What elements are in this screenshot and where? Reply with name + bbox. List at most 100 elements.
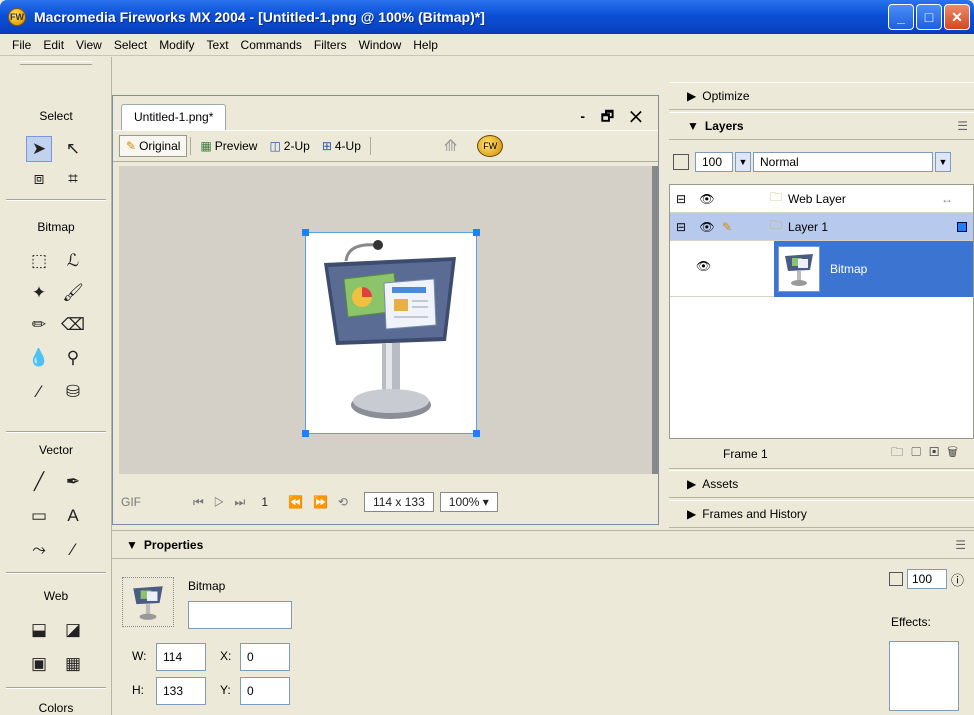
selection-handle[interactable] (473, 430, 480, 437)
close-button[interactable]: ✕ (944, 4, 970, 30)
menu-select[interactable]: Select (108, 34, 153, 56)
minimize-button[interactable]: _ (888, 4, 914, 30)
marquee-tool-icon[interactable]: ⬚ (26, 248, 52, 274)
blend-mode-select[interactable]: Normal (753, 152, 933, 172)
layer-opacity-input[interactable]: 100 (907, 569, 947, 589)
opacity-dropdown-button[interactable]: ▼ (735, 152, 751, 172)
quick-export-icon[interactable]: ⟰ (444, 136, 457, 156)
layer-action-icons[interactable]: 🗀▢▣🗑 (891, 443, 966, 464)
object-visibility-eye-icon[interactable]: 👁 (696, 259, 711, 273)
lasso-tool-icon[interactable]: ℒ (60, 248, 86, 274)
object-type-label: Bitmap (188, 579, 226, 593)
magic-wand-tool-icon[interactable]: ✦ (26, 280, 52, 306)
object-row-bitmap[interactable]: 👁 Bitmap (670, 241, 973, 297)
selection-handle[interactable] (302, 229, 309, 236)
view-2up-button[interactable]: ◫ 2-Up (263, 135, 315, 157)
expand-toggle-icon[interactable]: ⊟ (670, 192, 692, 206)
blur-tool-icon[interactable]: 💧 (26, 345, 52, 371)
selection-handle[interactable] (473, 229, 480, 236)
expand-toggle-icon[interactable]: ⊟ (670, 220, 692, 234)
x-input[interactable]: 0 (240, 643, 290, 671)
menu-file[interactable]: File (6, 34, 37, 56)
document-window-controls[interactable]: - 🗗 ✕ (580, 106, 648, 130)
line-tool-icon[interactable]: ╱ (26, 469, 52, 495)
fireworks-app-icon[interactable]: FW (8, 8, 26, 26)
text-tool-icon[interactable]: A (60, 503, 86, 529)
properties-header[interactable]: ▼ Properties (112, 531, 669, 559)
rubber-stamp-tool-icon[interactable]: ⚲ (60, 345, 86, 371)
frame-controls-first-play-last[interactable]: ⏮▷⏭ (193, 495, 255, 510)
effects-list[interactable] (889, 641, 959, 711)
view-preview-button[interactable]: ▦ Preview (194, 135, 263, 157)
canvas-scrollbar[interactable] (652, 166, 658, 474)
tools-divider (6, 572, 106, 574)
opacity-input[interactable]: 100 (695, 152, 733, 172)
layer-share-icon[interactable]: ↔ (941, 192, 953, 206)
width-label: W: (132, 649, 147, 663)
menu-text[interactable]: Text (201, 34, 235, 56)
knife-tool-icon[interactable]: ⁄ (60, 537, 86, 563)
layer-row-layer1[interactable]: ⊟ 👁 ✎ 🗀 Layer 1 (670, 213, 973, 241)
layers-panel-header[interactable]: ▼ Layers ☰ (669, 112, 974, 140)
visibility-eye-icon[interactable]: 👁 (692, 192, 722, 206)
edit-pencil-icon[interactable]: ✎ (722, 220, 770, 234)
height-input[interactable]: 133 (156, 677, 206, 705)
object-selected-bitmap[interactable]: Bitmap (774, 241, 973, 297)
fireworks-logo-icon[interactable]: FW (477, 135, 504, 157)
expand-arrow-icon: ▶ (687, 507, 697, 521)
visibility-eye-icon[interactable]: 👁 (692, 220, 722, 234)
menu-filters[interactable]: Filters (308, 34, 353, 56)
bitmap-thumbnail (778, 246, 820, 292)
hotspot-tool-icon[interactable]: ⬓ (26, 617, 52, 643)
rectangle-tool-icon[interactable]: ▭ (26, 503, 52, 529)
menu-help[interactable]: Help (407, 34, 444, 56)
assets-panel-header[interactable]: ▶ Assets (669, 470, 974, 498)
menu-view[interactable]: View (70, 34, 108, 56)
pencil-tool-icon[interactable]: ✏ (26, 312, 52, 338)
bitmap-selection[interactable] (302, 229, 480, 437)
blend-mode-dropdown-button[interactable]: ▼ (935, 152, 951, 172)
tools-divider (6, 199, 106, 201)
y-input[interactable]: 0 (240, 677, 290, 705)
width-input[interactable]: 114 (156, 643, 206, 671)
frames-history-panel-header[interactable]: ▶ Frames and History (669, 500, 974, 528)
maximize-button[interactable]: □ (916, 4, 942, 30)
menu-commands[interactable]: Commands (235, 34, 308, 56)
optimize-panel-header[interactable]: ▶ Optimize (669, 82, 974, 110)
panel-options-icon[interactable]: ☰ (957, 119, 968, 133)
height-label: H: (132, 683, 144, 697)
two-up-icon: ◫ (269, 139, 281, 153)
slice-tool-icon[interactable]: ◪ (60, 617, 86, 643)
menu-bar: File Edit View Select Modify Text Comman… (0, 34, 974, 56)
eraser-tool-icon[interactable]: ⌫ (60, 312, 86, 338)
panel-options-icon[interactable]: ☰ (955, 538, 966, 552)
crop-tool-icon[interactable]: ⌗ (60, 166, 86, 192)
tools-divider (6, 431, 106, 433)
freeform-tool-icon[interactable]: ⤳ (26, 537, 52, 563)
menu-modify[interactable]: Modify (153, 34, 200, 56)
pointer-tool-icon[interactable]: ➤ (26, 136, 52, 162)
object-name-input[interactable] (188, 601, 292, 629)
view-4up-button[interactable]: ⊞ 4-Up (316, 135, 367, 157)
canvas-area[interactable] (119, 166, 654, 474)
selection-handle[interactable] (302, 430, 309, 437)
tools-grip[interactable] (20, 61, 92, 65)
menu-edit[interactable]: Edit (37, 34, 70, 56)
show-slices-icon[interactable]: ▦ (60, 651, 86, 677)
tools-section-bitmap: Bitmap (37, 220, 75, 234)
layer-row-web[interactable]: ⊟ 👁 🗀 Web Layer ↔ (670, 185, 973, 213)
layers-options-row: 100 ▼ Normal ▼ (669, 144, 974, 180)
hide-slices-icon[interactable]: ▣ (26, 651, 52, 677)
scale-tool-icon[interactable]: ⧈ (26, 166, 52, 192)
frame-controls-prev-next-loop[interactable]: ⏪⏩⟲ (288, 495, 358, 509)
pen-tool-icon[interactable]: ✒ (60, 469, 86, 495)
menu-window[interactable]: Window (353, 34, 408, 56)
eyedropper-tool-icon[interactable]: ⁄ (26, 379, 52, 405)
zoom-select[interactable]: 100% ▾ (439, 492, 498, 512)
subselection-tool-icon[interactable]: ↖ (60, 136, 86, 162)
paint-bucket-tool-icon[interactable]: ⛁ (60, 379, 86, 405)
brush-tool-icon[interactable]: 🖌 (60, 280, 86, 306)
document-tab[interactable]: Untitled-1.png* (121, 104, 227, 130)
help-icon[interactable]: ⓘ (951, 570, 964, 589)
view-original-button[interactable]: ✎ Original (119, 135, 188, 157)
